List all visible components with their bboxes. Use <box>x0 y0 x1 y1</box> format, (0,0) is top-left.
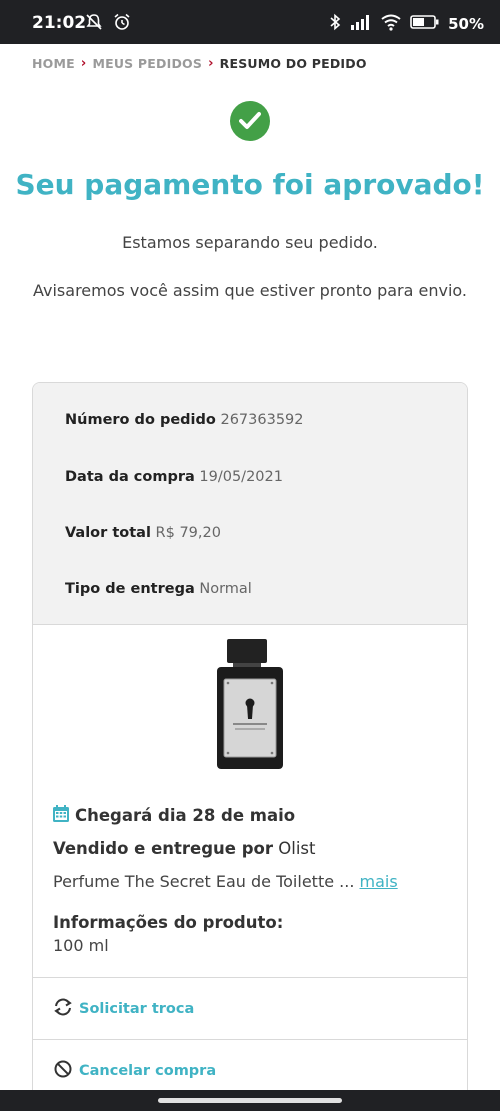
delivery-type-row: Tipo de entrega Normal <box>65 581 252 597</box>
request-exchange-button[interactable]: Solicitar troca <box>33 977 467 1039</box>
home-gesture-handle[interactable] <box>158 1098 342 1103</box>
product-name-text: Perfume The Secret Eau de Toilette ... <box>53 872 355 891</box>
order-card: Número do pedido 267363592 Data da compr… <box>32 382 468 1102</box>
purchase-date-value: 19/05/2021 <box>199 469 283 485</box>
signal-icon <box>350 13 372 35</box>
arrival-text: Chegará dia 28 de maio <box>75 806 296 825</box>
cancel-purchase-label: Cancelar compra <box>79 1063 217 1079</box>
order-number-row: Número do pedido 267363592 <box>65 412 304 428</box>
product-image[interactable] <box>215 639 285 769</box>
confirmation-note: Avisaremos você assim que estiver pronto… <box>33 281 467 300</box>
battery-percentage: 50% <box>448 15 484 33</box>
order-number-label: Número do pedido <box>65 412 216 428</box>
notifications-off-icon <box>84 12 104 36</box>
seller-label: Vendido e entregue por <box>53 839 274 858</box>
breadcrumb-home[interactable]: HOME <box>32 56 75 71</box>
ban-icon <box>53 1060 73 1082</box>
battery-icon <box>410 14 440 34</box>
refresh-icon <box>53 998 73 1020</box>
breadcrumb-order-summary: RESUMO DO PEDIDO <box>219 56 367 71</box>
order-number-value: 267363592 <box>220 412 304 428</box>
delivery-type-value: Normal <box>199 581 252 597</box>
seller-value: Olist <box>278 839 316 858</box>
calendar-icon <box>53 805 69 826</box>
alarm-icon <box>112 12 132 36</box>
more-link[interactable]: mais <box>360 872 398 891</box>
wifi-icon <box>380 13 402 35</box>
order-summary: Número do pedido 267363592 Data da compr… <box>33 383 467 625</box>
purchase-date-row: Data da compra 19/05/2021 <box>65 469 283 485</box>
seller-info: Vendido e entregue por Olist <box>53 839 316 858</box>
bluetooth-icon <box>328 12 342 36</box>
estimated-arrival: Chegará dia 28 de maio <box>53 805 295 826</box>
navigation-bar <box>0 1090 500 1111</box>
status-time: 21:02 <box>32 13 87 33</box>
total-value-label: Valor total <box>65 525 151 541</box>
request-exchange-label: Solicitar troca <box>79 1001 195 1017</box>
chevron-right-icon: › <box>208 56 214 71</box>
status-bar: 21:02 50% <box>0 0 500 44</box>
total-value-row: Valor total R$ 79,20 <box>65 525 221 541</box>
confirmation-message: Estamos separando seu pedido. <box>122 233 378 252</box>
breadcrumb: HOME › MEUS PEDIDOS › RESUMO DO PEDIDO <box>32 56 367 71</box>
product-info-title: Informações do produto: <box>53 913 284 932</box>
product-info-value: 100 ml <box>53 936 109 955</box>
purchase-date-label: Data da compra <box>65 469 195 485</box>
total-value-amount: R$ 79,20 <box>155 525 221 541</box>
product-name: Perfume The Secret Eau de Toilette ... m… <box>53 872 398 891</box>
page-title: Seu pagamento foi aprovado! <box>15 168 485 201</box>
chevron-right-icon: › <box>80 56 87 71</box>
breadcrumb-my-orders[interactable]: MEUS PEDIDOS <box>92 56 202 71</box>
delivery-type-label: Tipo de entrega <box>65 581 195 597</box>
check-circle-icon <box>230 101 270 141</box>
